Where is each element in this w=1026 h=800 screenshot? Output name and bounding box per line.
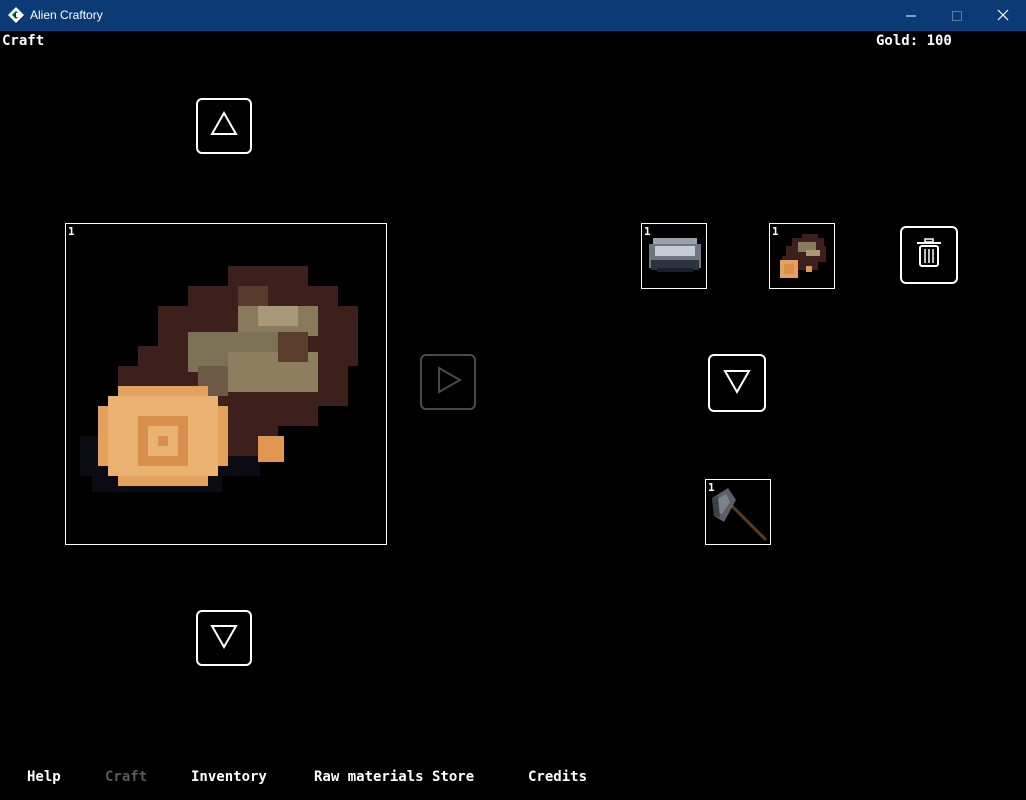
nav-inventory[interactable]: Inventory — [191, 769, 267, 785]
title-bar[interactable]: Alien Craftory — [0, 0, 1026, 31]
next-item-button[interactable] — [196, 610, 252, 666]
recipe-arrow-down — [708, 354, 766, 412]
nav-credits[interactable]: Credits — [528, 769, 587, 785]
triangle-down-icon — [723, 367, 751, 399]
wood-log-icon — [80, 266, 358, 492]
triangle-up-icon — [210, 110, 238, 142]
item-quantity: 1 — [68, 225, 75, 238]
close-icon — [997, 6, 1009, 25]
nav-help[interactable]: Help — [27, 769, 61, 785]
window-title: Alien Craftory — [30, 8, 103, 22]
app-logo-icon — [8, 7, 24, 23]
trash-icon — [915, 238, 943, 272]
ingredient-slot-1[interactable]: 1 — [641, 223, 707, 289]
result-slot[interactable]: 1 — [705, 479, 771, 545]
triangle-down-icon — [210, 622, 238, 654]
minimize-icon — [906, 6, 916, 25]
wood-log-icon — [780, 234, 826, 278]
maximize-icon — [952, 6, 962, 25]
craft-button[interactable] — [420, 354, 476, 410]
close-button[interactable] — [980, 0, 1026, 31]
game-window: Alien Craftory Craft Gold: 100 1 1 1 1 H… — [0, 0, 1026, 800]
gold-counter: Gold: 100 — [876, 33, 952, 49]
page-title: Craft — [2, 33, 45, 49]
selected-item-slot[interactable]: 1 — [65, 223, 387, 545]
delete-button[interactable] — [900, 226, 958, 284]
minimize-button[interactable] — [888, 0, 934, 31]
maximize-button[interactable] — [934, 0, 980, 31]
axe-icon — [712, 488, 768, 542]
previous-item-button[interactable] — [196, 98, 252, 154]
ingredient-slot-2[interactable]: 1 — [769, 223, 835, 289]
nav-raw-materials-store[interactable]: Raw materials Store — [314, 769, 474, 785]
nav-craft[interactable]: Craft — [105, 769, 147, 785]
stone-ingot-icon — [649, 238, 701, 272]
triangle-right-icon — [434, 366, 463, 398]
